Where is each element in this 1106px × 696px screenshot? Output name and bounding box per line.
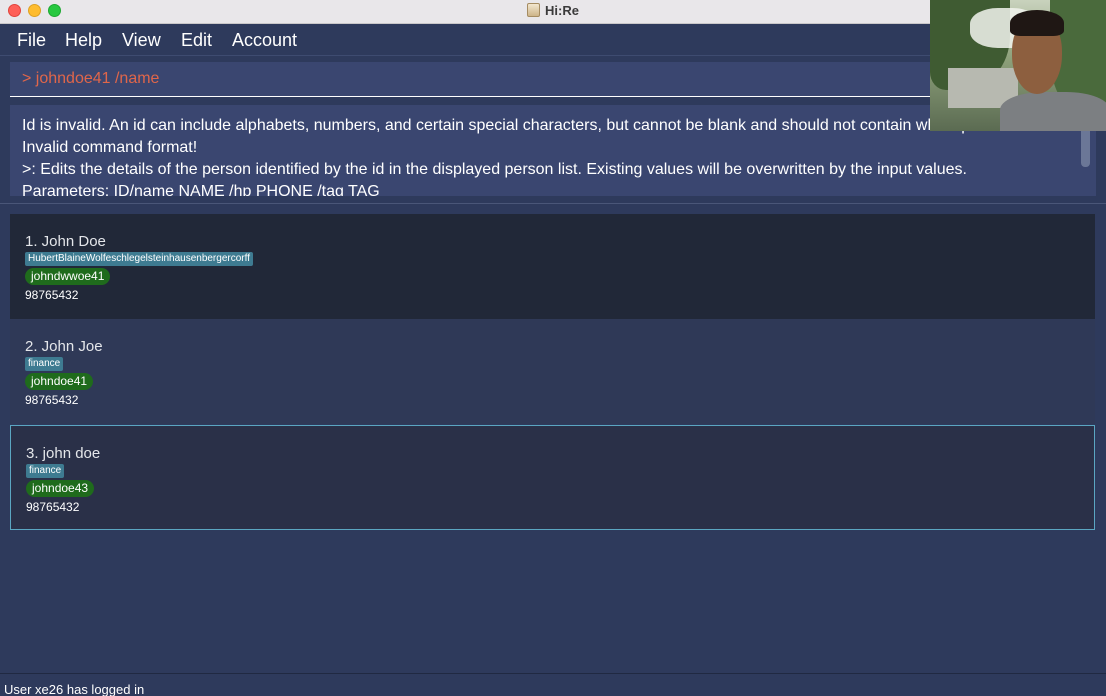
webcam-person-shirt — [1000, 92, 1106, 131]
result-line: Invalid command format! — [22, 139, 198, 156]
menu-view[interactable]: View — [122, 30, 161, 51]
menu-file[interactable]: File — [17, 30, 46, 51]
result-text: Id is invalid. An id can include alphabe… — [22, 115, 1072, 196]
person-phone: 98765432 — [25, 393, 79, 407]
result-line: Parameters: ID/name NAME /hp PHONE /tag … — [22, 183, 380, 196]
menu-account[interactable]: Account — [232, 30, 297, 51]
webcam-person-hair — [1010, 10, 1064, 36]
person-username: johndwwoe41 — [25, 268, 111, 285]
person-username: johndoe41 — [25, 373, 94, 390]
person-name: 1. John Doe — [25, 233, 106, 250]
person-card[interactable]: 2. John Joe finance johndoe41 98765432 — [10, 319, 1095, 424]
person-card-selected[interactable]: 3. john doe finance johndoe43 98765432 — [10, 425, 1095, 530]
person-phone: 98765432 — [25, 288, 79, 302]
person-tag: HubertBlaineWolfeschlegelsteinhausenberg… — [25, 252, 253, 266]
panel-divider — [0, 203, 1106, 204]
person-name: 3. john doe — [26, 445, 101, 462]
menu-help[interactable]: Help — [65, 30, 102, 51]
status-text: User xe26 has logged in — [4, 682, 145, 696]
person-username: johndoe43 — [26, 480, 95, 497]
window-title-text: Hi:Re — [545, 3, 579, 18]
person-card[interactable]: 1. John Doe HubertBlaineWolfeschlegelste… — [10, 214, 1095, 319]
webcam-overlay — [930, 0, 1106, 131]
result-line: >: Edits the details of the person ident… — [22, 161, 967, 178]
menu-edit[interactable]: Edit — [181, 30, 212, 51]
result-line: Id is invalid. An id can include alphabe… — [22, 117, 1001, 134]
person-tag: finance — [26, 464, 65, 478]
person-name: 2. John Joe — [25, 338, 103, 355]
person-phone: 98765432 — [26, 500, 80, 514]
status-bar: User xe26 has logged in — [0, 673, 1106, 696]
app-icon — [527, 3, 541, 17]
person-tag: finance — [25, 357, 64, 371]
